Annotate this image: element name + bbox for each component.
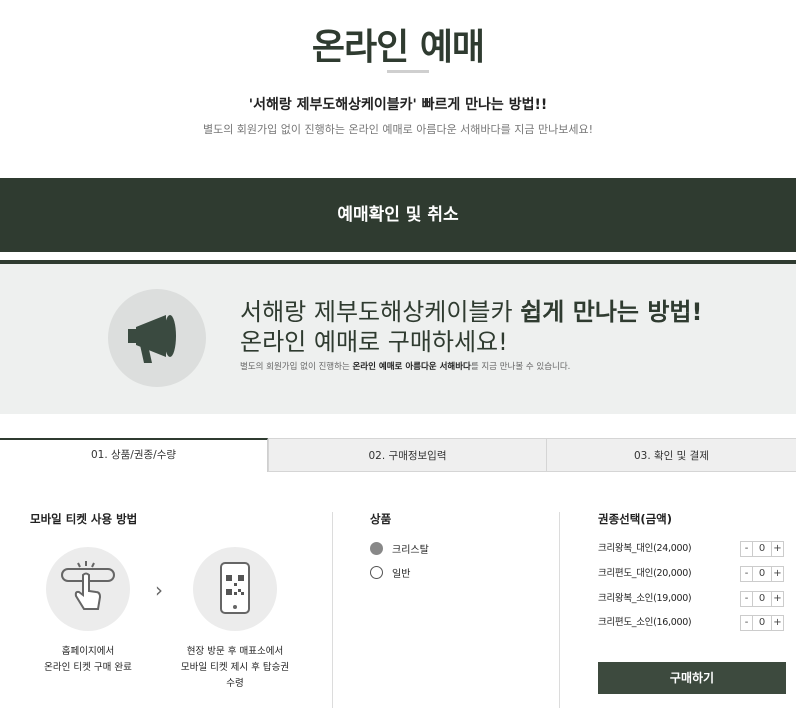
reservation-check-link[interactable]: 예매확인 및 취소 — [0, 178, 796, 252]
general-label: 일반 — [392, 568, 411, 580]
product-title: 상품 — [370, 512, 392, 526]
crystal-radio[interactable] — [370, 541, 383, 555]
subline: 별도의 회원가입 없이 진행하는 온라인 예매로 아름다운 서해바다를 지금 만… — [202, 123, 594, 136]
quantity-value[interactable]: 0 — [753, 541, 771, 557]
column-divider-2 — [559, 512, 560, 708]
ticket-row: 크리왕복_소인(19,000) - 0 + — [598, 591, 788, 607]
ticket-row: 크리왕복_대인(24,000) - 0 + — [598, 541, 788, 557]
ticket-label: 크리편도_소인(16,000) — [598, 617, 692, 628]
ticket-label: 크리편도_대인(20,000) — [598, 568, 692, 579]
promo-small-text: 별도의 회원가입 없이 진행하는 온라인 예매로 아름다운 서해바다를 지금 만… — [240, 360, 570, 372]
ticket-row: 크리편도_대인(20,000) - 0 + — [598, 566, 788, 582]
megaphone-icon — [108, 289, 206, 387]
step2-line1: 현장 방문 후 매표소에서 — [186, 646, 284, 657]
promo-line2: 온라인 예매로 구매하세요! — [240, 328, 508, 356]
ticket-label: 크리왕복_대인(24,000) — [598, 543, 692, 554]
quantity-value[interactable]: 0 — [753, 615, 771, 631]
step2-line2: 모바일 티켓 제시 후 탑승권 — [180, 662, 290, 673]
minus-button[interactable]: - — [740, 566, 753, 582]
promo-small-pre: 별도의 회원가입 없이 진행하는 — [240, 362, 353, 372]
step2-caption: 현장 방문 후 매표소에서 모바일 티켓 제시 후 탑승권 수령 — [170, 644, 300, 692]
page-title: 온라인 예매 — [311, 27, 485, 68]
ticket-type-title: 권종선택(금액) — [598, 512, 672, 526]
step1-line2: 온라인 티켓 구매 완료 — [44, 662, 132, 673]
plus-button[interactable]: + — [771, 615, 784, 631]
step1-caption: 홈페이지에서 온라인 티켓 구매 완료 — [20, 644, 156, 676]
column-divider-1 — [332, 512, 333, 708]
ticket-row: 크리편도_소인(16,000) - 0 + — [598, 615, 788, 631]
plus-button[interactable]: + — [771, 566, 784, 582]
promo-small-post: 를 지금 만나볼 수 있습니다. — [470, 362, 571, 372]
tab-product[interactable]: 01. 상품/권종/수량 — [0, 438, 268, 472]
minus-button[interactable]: - — [740, 541, 753, 557]
step1-line1: 홈페이지에서 — [61, 646, 115, 657]
mobile-guide-title: 모바일 티켓 사용 방법 — [30, 512, 138, 526]
promo-banner: 서해랑 제부도해상케이블카 쉽게 만나는 방법! 온라인 예매로 구매하세요! … — [0, 264, 796, 414]
quantity-value[interactable]: 0 — [753, 591, 771, 607]
plus-button[interactable]: + — [771, 591, 784, 607]
product-option-general[interactable]: 일반 — [370, 565, 411, 580]
crystal-label: 크리스탈 — [392, 544, 429, 556]
promo-small-bold: 온라인 예매로 아름다운 서해바다 — [352, 362, 471, 372]
quantity-stepper: - 0 + — [740, 566, 784, 582]
promo-line1-bold: 쉽게 만나는 방법! — [520, 298, 703, 326]
tab-purchase-info[interactable]: 02. 구매정보입력 — [268, 438, 546, 472]
tab-confirm-payment[interactable]: 03. 확인 및 결제 — [546, 438, 796, 472]
touch-hand-icon — [46, 547, 130, 631]
chevron-right-icon: › — [155, 578, 163, 602]
quantity-stepper: - 0 + — [740, 615, 784, 631]
plus-button[interactable]: + — [771, 541, 784, 557]
quantity-value[interactable]: 0 — [753, 566, 771, 582]
reservation-check-band[interactable]: 예매확인 및 취소 — [0, 178, 796, 252]
minus-button[interactable]: - — [740, 591, 753, 607]
minus-button[interactable]: - — [740, 615, 753, 631]
general-radio[interactable] — [370, 565, 383, 579]
headline: '서해랑 제부도해상케이블카' 빠르게 만나는 방법!! — [248, 97, 548, 113]
title-underline — [387, 70, 429, 73]
buy-button[interactable]: 구매하기 — [598, 662, 786, 694]
ticket-label: 크리왕복_소인(19,000) — [598, 593, 692, 604]
quantity-stepper: - 0 + — [740, 541, 784, 557]
step2-line3: 수령 — [226, 678, 244, 689]
step-tabs: 01. 상품/권종/수량 02. 구매정보입력 03. 확인 및 결제 — [0, 438, 796, 472]
product-option-crystal[interactable]: 크리스탈 — [370, 541, 429, 556]
qr-phone-icon — [193, 547, 277, 631]
quantity-stepper: - 0 + — [740, 591, 784, 607]
